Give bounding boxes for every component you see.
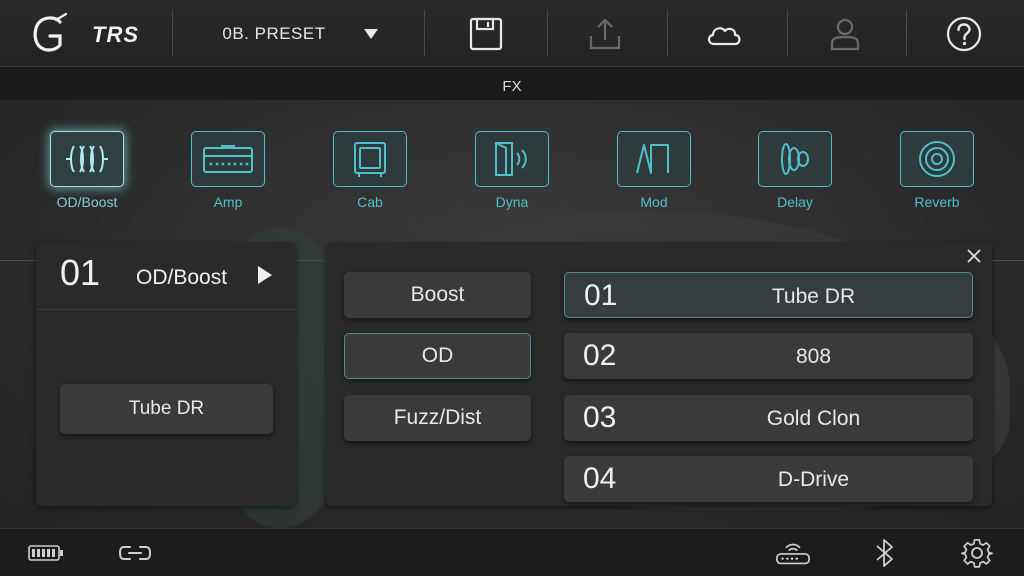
fx-cab[interactable]: Cab [333,131,407,210]
settings-icon [961,538,993,568]
cab-icon [354,142,386,177]
model-name: Tube DR [771,285,856,308]
fx-box [50,131,124,187]
category-fuzz-dist-button[interactable]: Fuzz/Dist [344,395,531,441]
bluetooth-button[interactable] [867,537,903,569]
fx-box [617,131,691,187]
help-button[interactable] [944,14,984,54]
fx-amp[interactable]: Amp [191,131,265,210]
user-icon [830,18,860,51]
upload-button[interactable] [585,14,625,54]
amp-icon [203,145,253,173]
delay-icon [781,143,809,175]
gtrs-logo: TRS [30,12,140,56]
link-button[interactable] [117,537,153,569]
reverb-icon [919,141,955,177]
model-picker-panel: Boost OD Fuzz/Dist 01 Tube DR 02 808 03 … [326,242,992,506]
toolbar-separator [787,10,788,56]
od-boost-icon [66,145,108,173]
upload-icon [589,18,621,50]
category-od-button[interactable]: OD [344,333,531,379]
model-number: 04 [583,462,617,495]
fx-slot-number: 01 [60,252,101,293]
fx-slot-header[interactable]: 01 OD/Boost [36,242,296,310]
fx-dyna[interactable]: Dyna [475,131,549,210]
close-button[interactable] [962,244,986,268]
fx-box [900,131,974,187]
model-row-gold-clon[interactable]: 03 Gold Clon [564,395,973,441]
fx-label: Cab [357,194,383,210]
bluetooth-icon [876,539,893,567]
link-icon [118,546,152,560]
guitar-logo-icon [33,12,68,52]
fx-delay[interactable]: Delay [758,131,832,210]
model-name: D-Drive [777,468,850,491]
close-icon [967,249,981,263]
logo-text: TRS [92,22,139,47]
selected-fx-panel: 01 OD/Boost Tube DR [36,242,296,506]
fx-label: Mod [640,194,668,210]
model-row-d-drive[interactable]: 04 D-Drive [564,456,973,502]
current-model-button[interactable]: Tube DR [60,384,273,434]
cloud-icon [707,27,741,46]
save-icon [469,17,503,51]
fx-box [333,131,407,187]
save-button[interactable] [466,14,506,54]
battery-status [28,537,64,569]
mod-icon [636,144,669,174]
cloud-button[interactable] [704,14,744,54]
model-name: 808 [795,345,832,368]
preset-label: 0B. PRESET [222,23,326,43]
model-number: 03 [583,401,617,434]
fx-slot-title: OD/Boost [136,266,228,289]
fx-label: Reverb [914,194,960,210]
fx-od-boost[interactable]: OD/Boost [50,131,124,210]
toolbar-separator [172,10,173,56]
model-number: 01 [584,279,618,312]
toolbar-separator [547,10,548,56]
preset-selector[interactable]: 0B. PRESET [190,0,410,67]
fx-label: OD/Boost [56,194,118,210]
user-button[interactable] [825,14,865,54]
section-title: FX [502,78,522,95]
model-name: Gold Clon [766,407,861,430]
toolbar-separator [424,10,425,56]
dropdown-caret-icon [363,28,378,39]
fx-label: Dyna [495,194,529,210]
play-icon[interactable] [258,266,272,284]
model-row-808[interactable]: 02 808 [564,333,973,379]
fx-box [758,131,832,187]
toolbar-separator [906,10,907,56]
fx-box [191,131,265,187]
battery-icon [28,545,63,561]
fx-label: Amp [213,194,243,210]
fx-label: Delay [777,194,813,210]
toolbar-separator [667,10,668,56]
model-row-tube-dr[interactable]: 01 Tube DR [564,272,973,318]
router-icon [776,543,810,565]
fx-mod[interactable]: Mod [617,131,691,210]
category-boost-button[interactable]: Boost [344,272,531,318]
fx-box [475,131,549,187]
help-icon [946,16,982,52]
settings-button[interactable] [959,537,995,569]
bottom-bar [0,528,1024,576]
router-button[interactable] [775,537,811,569]
fx-reverb[interactable]: Reverb [900,131,974,210]
model-number: 02 [583,339,617,372]
dyna-icon [495,142,527,176]
top-bar: TRS 0B. PRESET [0,0,1024,67]
